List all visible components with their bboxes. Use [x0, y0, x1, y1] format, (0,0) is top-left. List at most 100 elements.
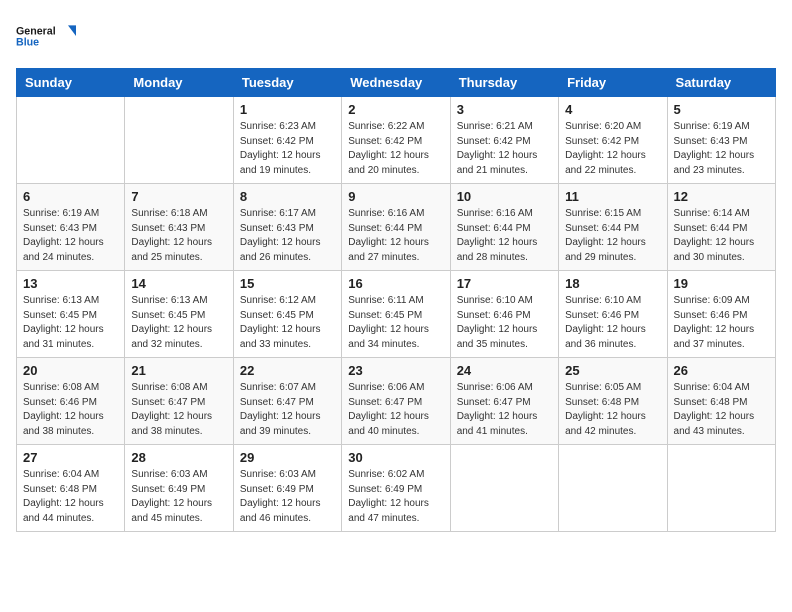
calendar-day-cell: 24 Sunrise: 6:06 AMSunset: 6:47 PMDayligh… [450, 358, 558, 445]
weekday-header: Friday [559, 69, 667, 97]
calendar-day-cell: 14 Sunrise: 6:13 AMSunset: 6:45 PMDayligh… [125, 271, 233, 358]
calendar-day-cell: 13 Sunrise: 6:13 AMSunset: 6:45 PMDayligh… [17, 271, 125, 358]
calendar-day-cell: 17Sunrise: 6:10 AMSunset: 6:46 PMDayligh… [450, 271, 558, 358]
weekday-header: Tuesday [233, 69, 341, 97]
day-number: 30 [348, 450, 443, 465]
day-number: 20 [23, 363, 118, 378]
calendar-day-cell: 5 Sunrise: 6:19 AMSunset: 6:43 PMDaylight… [667, 97, 775, 184]
day-number: 26 [674, 363, 769, 378]
calendar-week-row: 27Sunrise: 6:04 AMSunset: 6:48 PMDayligh… [17, 445, 776, 532]
calendar-day-cell [559, 445, 667, 532]
day-info: Sunrise: 6:06 AMSunset: 6:47 PMDaylight:… [348, 381, 443, 439]
day-number: 23 [348, 363, 443, 378]
calendar-table: SundayMondayTuesdayWednesdayThursdayFrid… [16, 68, 776, 532]
day-number: 5 [674, 102, 769, 117]
day-number: 15 [240, 276, 335, 291]
calendar-day-cell [450, 445, 558, 532]
day-number: 9 [348, 189, 443, 204]
calendar-day-cell: 29 Sunrise: 6:03 AMSunset: 6:49 PMDayligh… [233, 445, 341, 532]
calendar-day-cell: 27Sunrise: 6:04 AMSunset: 6:48 PMDayligh… [17, 445, 125, 532]
day-info: Sunrise: 6:04 AMSunset: 6:48 PMDaylight:… [674, 381, 769, 439]
calendar-day-cell: 6 Sunrise: 6:19 AMSunset: 6:43 PMDaylight… [17, 184, 125, 271]
day-number: 6 [23, 189, 118, 204]
day-info: Sunrise: 6:16 AMSunset: 6:44 PMDaylight:… [457, 207, 552, 265]
page-header: General Blue [16, 16, 776, 56]
calendar-day-cell: 15 Sunrise: 6:12 AMSunset: 6:45 PMDayligh… [233, 271, 341, 358]
day-info: Sunrise: 6:02 AMSunset: 6:49 PMDaylight:… [348, 468, 443, 526]
weekday-header: Saturday [667, 69, 775, 97]
calendar-day-cell: 23 Sunrise: 6:06 AMSunset: 6:47 PMDayligh… [342, 358, 450, 445]
day-number: 29 [240, 450, 335, 465]
calendar-week-row: 6 Sunrise: 6:19 AMSunset: 6:43 PMDaylight… [17, 184, 776, 271]
day-number: 2 [348, 102, 443, 117]
calendar-day-cell: 16 Sunrise: 6:11 AMSunset: 6:45 PMDayligh… [342, 271, 450, 358]
weekday-header: Wednesday [342, 69, 450, 97]
calendar-day-cell: 19Sunrise: 6:09 AMSunset: 6:46 PMDayligh… [667, 271, 775, 358]
calendar-day-cell: 10Sunrise: 6:16 AMSunset: 6:44 PMDayligh… [450, 184, 558, 271]
calendar-day-cell: 18 Sunrise: 6:10 AMSunset: 6:46 PMDayligh… [559, 271, 667, 358]
day-info: Sunrise: 6:11 AMSunset: 6:45 PMDaylight:… [348, 294, 443, 352]
day-number: 3 [457, 102, 552, 117]
day-number: 22 [240, 363, 335, 378]
calendar-day-cell: 28Sunrise: 6:03 AMSunset: 6:49 PMDayligh… [125, 445, 233, 532]
calendar-day-cell: 9 Sunrise: 6:16 AMSunset: 6:44 PMDaylight… [342, 184, 450, 271]
day-info: Sunrise: 6:12 AMSunset: 6:45 PMDaylight:… [240, 294, 335, 352]
logo: General Blue [16, 16, 76, 56]
day-info: Sunrise: 6:19 AMSunset: 6:43 PMDaylight:… [23, 207, 118, 265]
day-number: 7 [131, 189, 226, 204]
day-info: Sunrise: 6:13 AMSunset: 6:45 PMDaylight:… [23, 294, 118, 352]
calendar-day-cell: 30 Sunrise: 6:02 AMSunset: 6:49 PMDayligh… [342, 445, 450, 532]
weekday-header: Thursday [450, 69, 558, 97]
logo-svg: General Blue [16, 16, 76, 56]
calendar-header-row: SundayMondayTuesdayWednesdayThursdayFrid… [17, 69, 776, 97]
calendar-day-cell [667, 445, 775, 532]
day-info: Sunrise: 6:20 AMSunset: 6:42 PMDaylight:… [565, 120, 660, 178]
day-info: Sunrise: 6:10 AMSunset: 6:46 PMDaylight:… [565, 294, 660, 352]
day-number: 11 [565, 189, 660, 204]
calendar-day-cell: 11 Sunrise: 6:15 AMSunset: 6:44 PMDayligh… [559, 184, 667, 271]
day-number: 24 [457, 363, 552, 378]
day-info: Sunrise: 6:23 AMSunset: 6:42 PMDaylight:… [240, 120, 335, 178]
day-number: 13 [23, 276, 118, 291]
day-number: 18 [565, 276, 660, 291]
day-number: 12 [674, 189, 769, 204]
calendar-day-cell [125, 97, 233, 184]
day-info: Sunrise: 6:07 AMSunset: 6:47 PMDaylight:… [240, 381, 335, 439]
day-info: Sunrise: 6:08 AMSunset: 6:46 PMDaylight:… [23, 381, 118, 439]
day-number: 8 [240, 189, 335, 204]
day-info: Sunrise: 6:06 AMSunset: 6:47 PMDaylight:… [457, 381, 552, 439]
calendar-day-cell: 12 Sunrise: 6:14 AMSunset: 6:44 PMDayligh… [667, 184, 775, 271]
day-info: Sunrise: 6:10 AMSunset: 6:46 PMDaylight:… [457, 294, 552, 352]
calendar-day-cell [17, 97, 125, 184]
day-number: 19 [674, 276, 769, 291]
day-info: Sunrise: 6:08 AMSunset: 6:47 PMDaylight:… [131, 381, 226, 439]
calendar-day-cell: 7 Sunrise: 6:18 AMSunset: 6:43 PMDaylight… [125, 184, 233, 271]
day-number: 1 [240, 102, 335, 117]
calendar-day-cell: 8 Sunrise: 6:17 AMSunset: 6:43 PMDaylight… [233, 184, 341, 271]
day-number: 14 [131, 276, 226, 291]
calendar-day-cell: 20 Sunrise: 6:08 AMSunset: 6:46 PMDayligh… [17, 358, 125, 445]
calendar-week-row: 1 Sunrise: 6:23 AMSunset: 6:42 PMDaylight… [17, 97, 776, 184]
day-info: Sunrise: 6:17 AMSunset: 6:43 PMDaylight:… [240, 207, 335, 265]
day-info: Sunrise: 6:15 AMSunset: 6:44 PMDaylight:… [565, 207, 660, 265]
day-number: 4 [565, 102, 660, 117]
calendar-day-cell: 4 Sunrise: 6:20 AMSunset: 6:42 PMDaylight… [559, 97, 667, 184]
day-number: 28 [131, 450, 226, 465]
weekday-header: Sunday [17, 69, 125, 97]
calendar-week-row: 13 Sunrise: 6:13 AMSunset: 6:45 PMDayligh… [17, 271, 776, 358]
calendar-day-cell: 25Sunrise: 6:05 AMSunset: 6:48 PMDayligh… [559, 358, 667, 445]
day-number: 16 [348, 276, 443, 291]
day-info: Sunrise: 6:14 AMSunset: 6:44 PMDaylight:… [674, 207, 769, 265]
day-info: Sunrise: 6:04 AMSunset: 6:48 PMDaylight:… [23, 468, 118, 526]
calendar-day-cell: 26 Sunrise: 6:04 AMSunset: 6:48 PMDayligh… [667, 358, 775, 445]
day-info: Sunrise: 6:22 AMSunset: 6:42 PMDaylight:… [348, 120, 443, 178]
day-info: Sunrise: 6:18 AMSunset: 6:43 PMDaylight:… [131, 207, 226, 265]
calendar-day-cell: 21Sunrise: 6:08 AMSunset: 6:47 PMDayligh… [125, 358, 233, 445]
calendar-day-cell: 1 Sunrise: 6:23 AMSunset: 6:42 PMDaylight… [233, 97, 341, 184]
day-info: Sunrise: 6:03 AMSunset: 6:49 PMDaylight:… [240, 468, 335, 526]
calendar-day-cell: 3Sunrise: 6:21 AMSunset: 6:42 PMDaylight… [450, 97, 558, 184]
day-info: Sunrise: 6:13 AMSunset: 6:45 PMDaylight:… [131, 294, 226, 352]
day-info: Sunrise: 6:19 AMSunset: 6:43 PMDaylight:… [674, 120, 769, 178]
day-number: 25 [565, 363, 660, 378]
day-info: Sunrise: 6:16 AMSunset: 6:44 PMDaylight:… [348, 207, 443, 265]
